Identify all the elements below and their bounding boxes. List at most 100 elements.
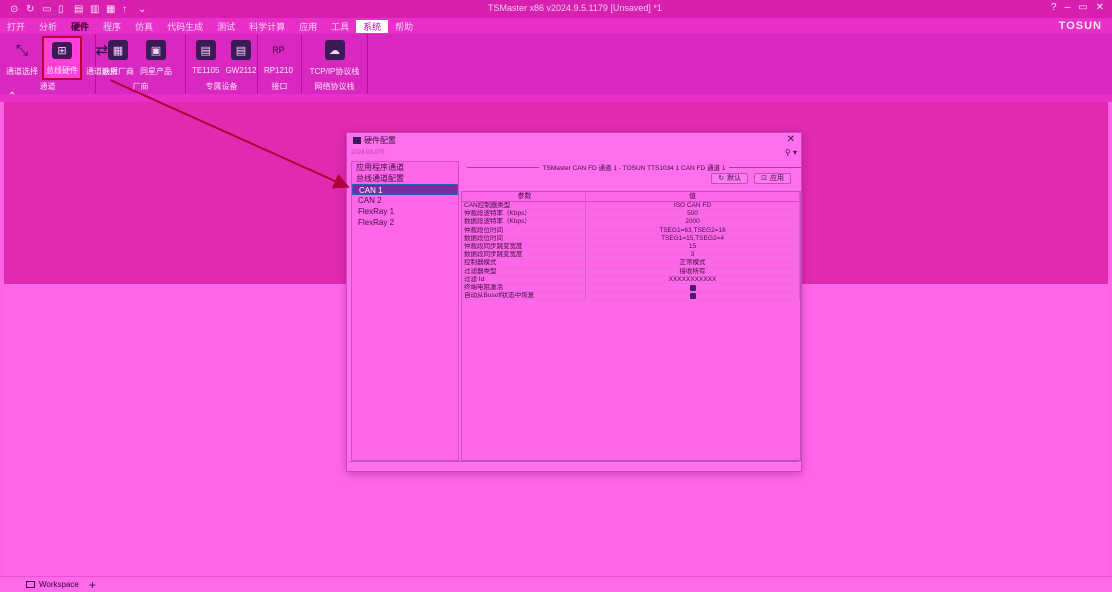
param-value-cell[interactable]: 500 <box>586 210 800 219</box>
param-value-cell[interactable]: 接收所有 <box>586 267 800 276</box>
param-value-cell[interactable]: TSEG1=63,TSEG2=16 <box>586 226 800 235</box>
menu-item-3[interactable]: 程序 <box>96 20 128 33</box>
table-row[interactable]: CAN控制器类型 ISO CAN FD <box>462 202 800 211</box>
menu-item-1[interactable]: 分析 <box>32 20 64 33</box>
rp1210-button[interactable]: RP RP1210 <box>262 36 295 80</box>
table-row[interactable]: 数据段位时间 TSEG1=15,TSEG2=4 <box>462 234 800 243</box>
workspace-tab-label: Workspace <box>39 580 79 589</box>
help-icon[interactable]: ? <box>1051 2 1057 13</box>
menu-item-8[interactable]: 应用 <box>292 20 324 33</box>
tree-item-bus-config[interactable]: 总线通道配置 <box>352 173 458 184</box>
param-name-cell: 数据段波特率（Kbps） <box>462 218 586 227</box>
table-row[interactable]: 终端电阻激活 <box>462 283 800 293</box>
param-name-cell: 控制器模式 <box>462 259 586 268</box>
tcpip-stack-button[interactable]: ☁ TCP/IP协议栈 <box>308 36 362 80</box>
add-workspace-button[interactable]: + <box>89 578 96 592</box>
group-title-network: 网络协议栈 <box>314 82 355 91</box>
table-row[interactable]: 仲裁段位时间 TSEG1=63,TSEG2=16 <box>462 226 800 235</box>
search-icon[interactable]: ⚲ ▾ <box>785 147 797 159</box>
param-value-cell[interactable]: 2000 <box>586 218 800 227</box>
menu-item-7[interactable]: 科学计算 <box>242 20 292 33</box>
new-icon[interactable]: ▭ <box>42 4 51 14</box>
gw2112-button[interactable]: ▤ GW2112 <box>223 36 258 80</box>
dialog-footer <box>349 461 799 469</box>
param-value-cell[interactable]: 正常模式 <box>586 259 800 268</box>
open-icon[interactable]: ▯ <box>58 4 67 14</box>
restore-icon[interactable]: ▭ <box>1078 2 1087 13</box>
menu-item-10[interactable]: 系统 <box>356 19 389 33</box>
table-row[interactable]: 数据段同步跳变宽度 3 <box>462 251 800 260</box>
table-row[interactable]: 数据段波特率（Kbps） 2000 <box>462 218 800 227</box>
product-icon: ▣ <box>146 40 166 60</box>
channel-select-button[interactable]: ⤡ 通道选择 <box>4 36 40 80</box>
minimize-icon[interactable]: – <box>1065 2 1071 13</box>
up-icon[interactable]: ↑ <box>122 4 131 14</box>
tree-item-channel[interactable]: CAN 1 <box>352 184 458 195</box>
param-name-cell: 数据段位时间 <box>462 234 586 243</box>
header-value: 值 <box>586 192 800 202</box>
select-vendor-button[interactable]: ▦ 选择厂商 <box>100 36 136 80</box>
menu-item-6[interactable]: 测试 <box>210 20 242 33</box>
cloud-icon: ☁ <box>324 40 345 60</box>
dialog-subtitle-bar: 2024.03.070 ⚲ ▾ <box>347 147 801 159</box>
connect-icon[interactable]: ⊙ <box>10 4 19 14</box>
param-value-cell[interactable]: ISO CAN FD <box>586 202 800 211</box>
refresh-icon[interactable]: ↻ <box>26 4 35 14</box>
tree-item-app-channels[interactable]: 应用程序通道 <box>352 162 458 173</box>
table-row[interactable]: 过滤器类型 接收所有 <box>462 267 800 276</box>
param-value-cell[interactable] <box>586 292 800 301</box>
workspace-tab[interactable]: Workspace <box>26 580 79 589</box>
rp1210-icon: RP <box>272 45 285 55</box>
menu-item-4[interactable]: 仿真 <box>128 20 160 33</box>
reset-icon: ↻ <box>718 175 725 182</box>
apply-button[interactable]: ⊡ 应用 <box>754 173 791 184</box>
hardware-icon <box>353 136 361 144</box>
title-bar: ⊙ ↻ ▭ ▯ ▤ ▥ ▦ ↑ ⌄ TSMaster x86 v2024.9.5… <box>0 0 1112 18</box>
table-row[interactable]: 仲裁段波特率（Kbps） 500 <box>462 210 800 219</box>
param-name-cell: 仲裁段同步跳变宽度 <box>462 242 586 252</box>
default-button[interactable]: ↻ 默认 <box>711 173 749 184</box>
grid-icon[interactable]: ▥ <box>90 4 99 14</box>
dropdown-icon[interactable]: ⌄ <box>138 4 147 14</box>
table-row[interactable]: 控制器模式 正常模式 <box>462 259 800 268</box>
dialog-close-icon[interactable]: ✕ <box>787 134 795 145</box>
checkbox[interactable] <box>689 293 696 300</box>
table-row[interactable]: 过滤 Id XXXXXXXXXXX <box>462 275 800 284</box>
checkbox[interactable] <box>689 284 696 291</box>
apply-button-label: 应用 <box>770 175 784 182</box>
chevron-up-icon[interactable]: ⌃ <box>8 91 16 102</box>
panel-caption: TSMaster CAN FD 通道 1 - TOSUN TTS1034 1 C… <box>461 161 802 173</box>
ribbon-group-vendor: ▦ 选择厂商 ▣ 同星产品 厂商 <box>96 34 186 94</box>
menu-item-9[interactable]: 工具 <box>324 20 356 33</box>
menu-item-0[interactable]: 打开 <box>0 20 32 33</box>
close-icon[interactable]: ✕ <box>1096 2 1104 13</box>
tree-item-channel[interactable]: CAN 2 <box>352 195 458 206</box>
menu-item-2[interactable]: 硬件 <box>64 20 96 33</box>
param-value-cell[interactable]: XXXXXXXXXXX <box>586 275 800 284</box>
parameter-grid: 参数 值 CAN控制器类型 ISO CAN FD 仲裁段波特率（Kbps） 500 数据… <box>461 191 801 461</box>
menu-item-11[interactable]: 帮助 <box>388 20 420 33</box>
chart-icon[interactable]: ▦ <box>106 4 115 14</box>
param-name-cell: 自动从Busoff状态中恢复 <box>462 292 586 301</box>
ribbon-group-devices: ▤ TE1105 ▤ GW2112 专属设备 <box>186 34 258 94</box>
ribbon-group-network: ☁ TCP/IP协议栈 网络协议栈 <box>302 34 368 94</box>
param-value-cell[interactable]: TSEG1=15,TSEG2=4 <box>586 234 800 243</box>
network-icon: ⊞ <box>52 42 72 59</box>
ribbon-group-interface: RP RP1210 接口 <box>258 34 302 94</box>
hardware-config-dialog: 硬件配置 ✕ 2024.03.070 ⚲ ▾ 应用程序通道 总线通道配置 CAN… <box>346 132 802 472</box>
tosun-products-button[interactable]: ▣ 同星产品 <box>138 36 174 80</box>
param-value-cell[interactable]: 3 <box>586 251 800 260</box>
channel-settings-panel: TSMaster CAN FD 通道 1 - TOSUN TTS1034 1 C… <box>461 161 802 463</box>
save-icon[interactable]: ▤ <box>74 4 83 14</box>
table-row[interactable]: 自动从Busoff状态中恢复 <box>462 292 800 301</box>
tree-item-channel[interactable]: FlexRay 2 <box>352 217 458 228</box>
tree-item-channel[interactable]: FlexRay 1 <box>352 206 458 217</box>
dialog-header: 硬件配置 ✕ <box>347 133 801 147</box>
param-value-cell[interactable]: 15 <box>586 242 800 252</box>
param-value-cell[interactable] <box>586 283 800 293</box>
table-row[interactable]: 仲裁段同步跳变宽度 15 <box>462 242 800 252</box>
menu-item-5[interactable]: 代码生成 <box>160 20 210 33</box>
param-name-cell: 过滤器类型 <box>462 267 586 276</box>
bus-hardware-button[interactable]: ⊞ 总线硬件 <box>42 36 82 80</box>
te1105-button[interactable]: ▤ TE1105 <box>190 36 221 80</box>
